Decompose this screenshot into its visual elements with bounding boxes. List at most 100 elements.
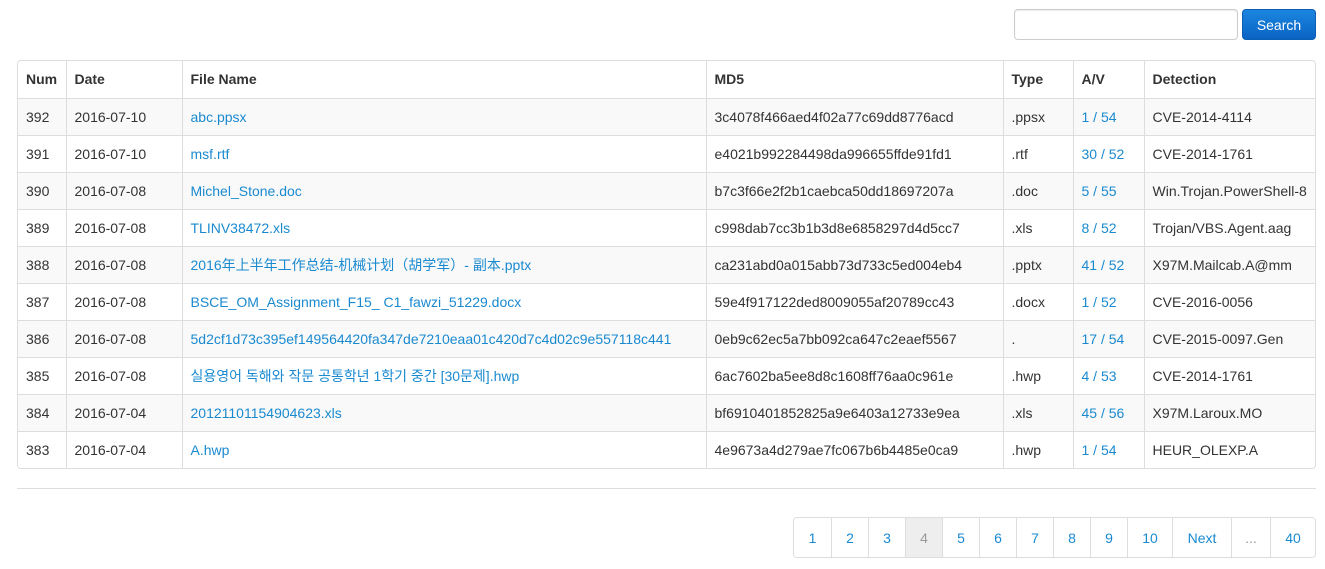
cell-type: .xls [1002,208,1073,246]
cell-type: .rtf [1002,134,1073,172]
cell-av: 8 / 52 [1072,208,1144,246]
file-name-link[interactable]: 20121101154904623.xls [191,405,342,421]
header-type: Type [1002,61,1073,98]
cell-type: .hwp [1002,356,1073,394]
av-link[interactable]: 30 / 52 [1082,146,1125,162]
file-name-link[interactable]: 실용영어 독해와 작문 공통학년 1학기 중간 [30문제].hwp [191,368,520,384]
cell-md5: 3c4078f466aed4f02a77c69dd8776acd [705,97,1003,135]
page-ellipsis: ... [1231,518,1270,557]
cell-date: 2016-07-10 [65,134,182,172]
av-link[interactable]: 1 / 52 [1082,294,1117,310]
cell-md5: 4e9673a4d279ae7fc067b6b4485e0ca9 [705,430,1003,468]
cell-detection: CVE-2014-4114 [1143,97,1315,135]
page-link-3[interactable]: 3 [868,518,905,557]
page-link-8[interactable]: 8 [1053,518,1090,557]
cell-type: .doc [1002,171,1073,209]
table-row: 388 2016-07-08 2016年上半年工作总结-机械计划（胡学军）- 副… [18,245,1315,283]
table-row: 387 2016-07-08 BSCE_OM_Assignment_F15_ C… [18,282,1315,320]
file-name-link[interactable]: abc.ppsx [191,109,247,125]
page-link-1[interactable]: 1 [794,518,831,557]
av-link[interactable]: 8 / 52 [1082,220,1117,236]
cell-md5: b7c3f66e2f2b1caebca50dd18697207a [705,171,1003,209]
av-link[interactable]: 1 / 54 [1082,109,1117,125]
file-name-link[interactable]: Michel_Stone.doc [191,183,302,199]
av-link[interactable]: 4 / 53 [1082,368,1117,384]
page-link-next[interactable]: Next [1172,518,1231,557]
page-link-2[interactable]: 2 [831,518,868,557]
table-row: 389 2016-07-08 TLINV38472.xls c998dab7cc… [18,208,1315,246]
cell-md5: 59e4f917122ded8009055af20789cc43 [705,282,1003,320]
header-av: A/V [1072,61,1144,98]
cell-type: .hwp [1002,430,1073,468]
file-name-link[interactable]: A.hwp [191,442,230,458]
cell-file-name: 5d2cf1d73c395ef149564420fa347de7210eaa01… [181,319,706,357]
header-detection: Detection [1143,61,1315,98]
cell-type: .docx [1002,282,1073,320]
cell-num: 392 [18,97,66,135]
page-link-last[interactable]: 40 [1270,518,1315,557]
cell-date: 2016-07-08 [65,319,182,357]
cell-num: 391 [18,134,66,172]
file-name-link[interactable]: 5d2cf1d73c395ef149564420fa347de7210eaa01… [191,331,672,347]
file-name-link[interactable]: msf.rtf [191,146,230,162]
table-header-row: Num Date File Name MD5 Type A/V Detectio… [18,61,1315,98]
cell-av: 4 / 53 [1072,356,1144,394]
file-name-link[interactable]: 2016年上半年工作总结-机械计划（胡学军）- 副本.pptx [191,257,532,273]
table-row: 391 2016-07-10 msf.rtf e4021b992284498da… [18,134,1315,172]
page-link-9[interactable]: 9 [1090,518,1127,557]
cell-file-name: TLINV38472.xls [181,208,706,246]
cell-md5: e4021b992284498da996655ffde91fd1 [705,134,1003,172]
search-button[interactable]: Search [1242,9,1316,40]
cell-file-name: BSCE_OM_Assignment_F15_ C1_fawzi_51229.d… [181,282,706,320]
header-md5: MD5 [705,61,1003,98]
cell-num: 387 [18,282,66,320]
av-link[interactable]: 1 / 54 [1082,442,1117,458]
cell-detection: Trojan/VBS.Agent.aag [1143,208,1315,246]
file-name-link[interactable]: TLINV38472.xls [191,220,291,236]
cell-date: 2016-07-10 [65,97,182,135]
cell-file-name: 20121101154904623.xls [181,393,706,431]
cell-detection: Win.Trojan.PowerShell-8 [1143,171,1315,209]
av-link[interactable]: 41 / 52 [1082,257,1125,273]
cell-file-name: 실용영어 독해와 작문 공통학년 1학기 중간 [30문제].hwp [181,356,706,394]
cell-av: 17 / 54 [1072,319,1144,357]
cell-num: 385 [18,356,66,394]
cell-md5: 6ac7602ba5ee8d8c1608ff76aa0c961e [705,356,1003,394]
file-name-link[interactable]: BSCE_OM_Assignment_F15_ C1_fawzi_51229.d… [191,294,522,310]
cell-type: . [1002,319,1073,357]
cell-file-name: Michel_Stone.doc [181,171,706,209]
page-link-7[interactable]: 7 [1016,518,1053,557]
cell-num: 389 [18,208,66,246]
cell-av: 41 / 52 [1072,245,1144,283]
cell-file-name: A.hwp [181,430,706,468]
cell-date: 2016-07-04 [65,430,182,468]
cell-date: 2016-07-08 [65,245,182,283]
av-link[interactable]: 5 / 55 [1082,183,1117,199]
page-link-6[interactable]: 6 [979,518,1016,557]
samples-table: Num Date File Name MD5 Type A/V Detectio… [17,60,1316,469]
table-row: 385 2016-07-08 실용영어 독해와 작문 공통학년 1학기 중간 [… [18,356,1315,394]
table-row: 390 2016-07-08 Michel_Stone.doc b7c3f66e… [18,171,1315,209]
cell-file-name: 2016年上半年工作总结-机械计划（胡学军）- 副本.pptx [181,245,706,283]
cell-detection: CVE-2015-0097.Gen [1143,319,1315,357]
cell-num: 390 [18,171,66,209]
page-link-10[interactable]: 10 [1127,518,1172,557]
page-link-5[interactable]: 5 [942,518,979,557]
cell-av: 1 / 52 [1072,282,1144,320]
cell-detection: X97M.Laroux.MO [1143,393,1315,431]
header-num: Num [26,71,58,88]
av-link[interactable]: 17 / 54 [1082,331,1125,347]
cell-date: 2016-07-08 [65,282,182,320]
cell-av: 45 / 56 [1072,393,1144,431]
table-row: 392 2016-07-10 abc.ppsx 3c4078f466aed4f0… [18,97,1315,135]
cell-num: 384 [18,393,66,431]
cell-num: 383 [18,430,66,468]
av-link[interactable]: 45 / 56 [1082,405,1125,421]
search-input[interactable] [1014,9,1238,40]
cell-av: 1 / 54 [1072,430,1144,468]
table-row: 386 2016-07-08 5d2cf1d73c395ef149564420f… [18,319,1315,357]
cell-type: .xls [1002,393,1073,431]
cell-type: .pptx [1002,245,1073,283]
cell-date: 2016-07-08 [65,208,182,246]
header-date: Date [65,61,182,98]
